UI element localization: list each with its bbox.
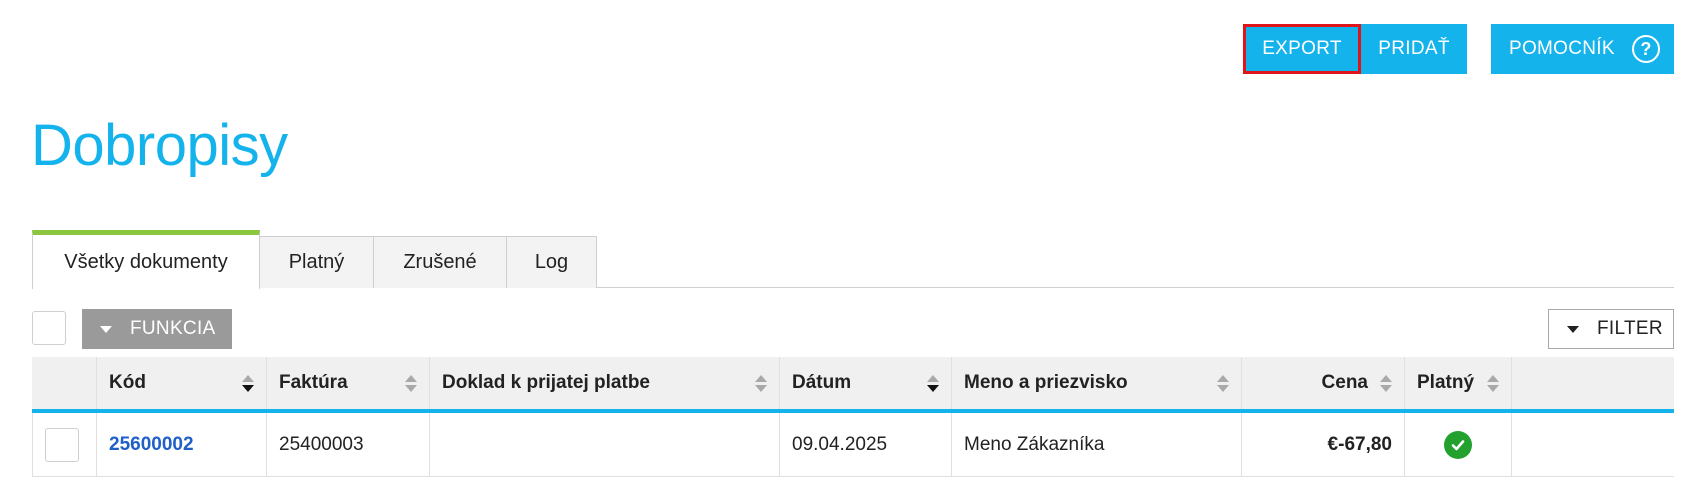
sort-icon[interactable]: [242, 374, 254, 392]
caret-down-icon: [100, 325, 112, 333]
header-payment-doc-label: Doklad k prijatej platbe: [442, 372, 650, 393]
help-button[interactable]: POMOCNÍK ?: [1491, 24, 1674, 74]
page-title: Dobropisy: [31, 113, 288, 178]
sort-icon[interactable]: [1380, 374, 1392, 392]
question-circle-icon: ?: [1632, 35, 1660, 63]
table-row: 25600002 25400003 09.04.2025 Meno Zákazn…: [32, 413, 1674, 477]
cell-code: 25600002: [97, 413, 267, 476]
cell-extra: [1512, 413, 1674, 476]
header-date[interactable]: Dátum: [780, 357, 952, 409]
header-name-label: Meno a priezvisko: [964, 372, 1128, 393]
header-date-label: Dátum: [792, 372, 852, 393]
cell-invoice: 25400003: [267, 413, 430, 476]
sort-icon[interactable]: [755, 374, 767, 392]
header-payment-doc[interactable]: Doklad k prijatej platbe: [430, 357, 780, 409]
tab-valid[interactable]: Platný: [260, 236, 374, 288]
header-code[interactable]: Kód: [97, 357, 267, 409]
header-invoice-label: Faktúra: [279, 372, 348, 393]
header-invoice[interactable]: Faktúra: [267, 357, 430, 409]
document-tabs: Všetky dokumenty Platný Zrušené Log: [32, 230, 1674, 289]
top-toolbar: EXPORT PRIDAŤ POMOCNÍK ?: [1243, 24, 1674, 74]
table-actions: FUNKCIA FILTER: [32, 307, 1674, 349]
sort-icon[interactable]: [1217, 374, 1229, 392]
help-label: POMOCNÍK: [1509, 38, 1615, 59]
function-dropdown-button[interactable]: FUNKCIA: [82, 309, 232, 349]
cell-valid: [1405, 413, 1512, 476]
tab-all-documents[interactable]: Všetky dokumenty: [32, 230, 260, 289]
row-select-cell: [32, 413, 97, 476]
row-checkbox[interactable]: [45, 427, 79, 462]
check-circle-icon: [1444, 430, 1472, 459]
header-valid-label: Platný: [1417, 372, 1475, 393]
cell-date: 09.04.2025: [780, 413, 952, 476]
caret-down-icon: [1567, 325, 1579, 333]
filter-button[interactable]: FILTER: [1548, 309, 1674, 349]
credit-notes-table: Kód Faktúra Doklad k prijatej platbe Dát…: [32, 357, 1674, 477]
header-name[interactable]: Meno a priezvisko: [952, 357, 1242, 409]
add-button[interactable]: PRIDAŤ: [1361, 24, 1467, 74]
header-price-label: Cena: [1321, 372, 1368, 393]
header-valid[interactable]: Platný: [1405, 357, 1512, 409]
tab-log[interactable]: Log: [507, 236, 597, 288]
select-all-checkbox[interactable]: [32, 311, 66, 345]
export-button[interactable]: EXPORT: [1243, 24, 1361, 74]
code-link[interactable]: 25600002: [109, 434, 194, 456]
sort-icon[interactable]: [1487, 374, 1499, 392]
header-price[interactable]: Cena: [1242, 357, 1405, 409]
function-label: FUNKCIA: [130, 318, 216, 339]
sort-icon[interactable]: [405, 374, 417, 392]
sort-icon[interactable]: [927, 374, 939, 392]
header-select-column: [32, 357, 97, 409]
header-extra: [1512, 357, 1674, 409]
filter-label: FILTER: [1597, 318, 1663, 339]
tab-cancelled[interactable]: Zrušené: [374, 236, 507, 288]
cell-payment-doc: [430, 413, 780, 476]
table-header: Kód Faktúra Doklad k prijatej platbe Dát…: [32, 357, 1674, 413]
header-code-label: Kód: [109, 372, 146, 393]
cell-name: Meno Zákazníka: [952, 413, 1242, 476]
cell-price: €-67,80: [1242, 413, 1405, 476]
